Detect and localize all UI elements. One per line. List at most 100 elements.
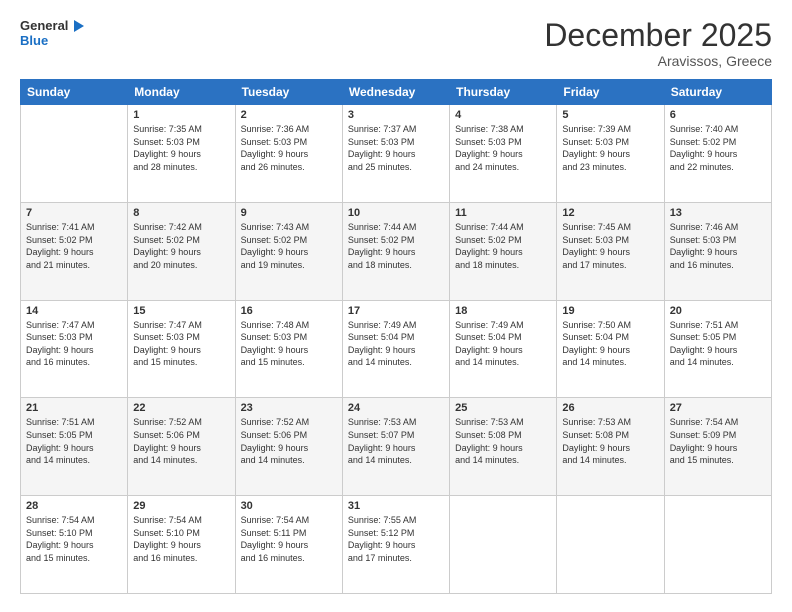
table-row: 11 Sunrise: 7:44 AMSunset: 5:02 PMDayligh… (450, 202, 557, 300)
day-info: Sunrise: 7:35 AMSunset: 5:03 PMDaylight:… (133, 123, 229, 173)
month-title: December 2025 (544, 18, 772, 53)
day-info: Sunrise: 7:47 AMSunset: 5:03 PMDaylight:… (26, 319, 122, 369)
day-info: Sunrise: 7:39 AMSunset: 5:03 PMDaylight:… (562, 123, 658, 173)
day-number: 13 (670, 207, 766, 219)
day-info: Sunrise: 7:44 AMSunset: 5:02 PMDaylight:… (348, 221, 444, 271)
subtitle: Aravissos, Greece (544, 53, 772, 69)
day-number: 9 (241, 207, 337, 219)
day-number: 5 (562, 109, 658, 121)
table-row: 26 Sunrise: 7:53 AMSunset: 5:08 PMDayligh… (557, 398, 664, 496)
table-row: 22Sunrise: 7:52 AMSunset: 5:06 PMDayligh… (128, 398, 235, 496)
table-row: 18Sunrise: 7:49 AMSunset: 5:04 PMDayligh… (450, 300, 557, 398)
day-number: 11 (455, 207, 551, 219)
header-saturday: Saturday (664, 80, 771, 105)
day-info: Sunrise: 7:45 AMSunset: 5:03 PMDaylight:… (562, 221, 658, 271)
day-number: 6 (670, 109, 766, 121)
day-info: Sunrise: 7:36 AMSunset: 5:03 PMDaylight:… (241, 123, 337, 173)
table-row (557, 496, 664, 594)
day-info: Sunrise: 7:44 AMSunset: 5:02 PMDaylight:… (455, 221, 551, 271)
day-info: Sunrise: 7:53 AMSunset: 5:08 PMDaylight:… (455, 416, 551, 466)
day-number: 12 (562, 207, 658, 219)
day-info: Sunrise: 7:54 AMSunset: 5:10 PMDaylight:… (26, 514, 122, 564)
header-wednesday: Wednesday (342, 80, 449, 105)
day-number: 7 (26, 207, 122, 219)
day-info: Sunrise: 7:51 AMSunset: 5:05 PMDaylight:… (670, 319, 766, 369)
table-row: 5 Sunrise: 7:39 AMSunset: 5:03 PMDaylight… (557, 105, 664, 203)
day-number: 27 (670, 402, 766, 414)
day-number: 29 (133, 500, 229, 512)
logo-text-blue: Blue (20, 34, 48, 48)
day-info: Sunrise: 7:54 AMSunset: 5:09 PMDaylight:… (670, 416, 766, 466)
day-number: 20 (670, 305, 766, 317)
day-info: Sunrise: 7:54 AMSunset: 5:10 PMDaylight:… (133, 514, 229, 564)
table-row (450, 496, 557, 594)
table-row: 7Sunrise: 7:41 AMSunset: 5:02 PMDaylight… (21, 202, 128, 300)
day-info: Sunrise: 7:55 AMSunset: 5:12 PMDaylight:… (348, 514, 444, 564)
day-number: 26 (562, 402, 658, 414)
day-number: 10 (348, 207, 444, 219)
table-row: 8 Sunrise: 7:42 AMSunset: 5:02 PMDaylight… (128, 202, 235, 300)
logo-graphic: General Blue (20, 18, 86, 48)
table-row: 14 Sunrise: 7:47 AMSunset: 5:03 PMDayligh… (21, 300, 128, 398)
table-row: 25Sunrise: 7:53 AMSunset: 5:08 PMDayligh… (450, 398, 557, 496)
day-info: Sunrise: 7:50 AMSunset: 5:04 PMDaylight:… (562, 319, 658, 369)
day-info: Sunrise: 7:52 AMSunset: 5:06 PMDaylight:… (241, 416, 337, 466)
table-row: 30 Sunrise: 7:54 AMSunset: 5:11 PMDayligh… (235, 496, 342, 594)
day-number: 30 (241, 500, 337, 512)
day-number: 19 (562, 305, 658, 317)
day-info: Sunrise: 7:40 AMSunset: 5:02 PMDaylight:… (670, 123, 766, 173)
title-block: December 2025 Aravissos, Greece (544, 18, 772, 69)
day-info: Sunrise: 7:49 AMSunset: 5:04 PMDaylight:… (455, 319, 551, 369)
day-info: Sunrise: 7:42 AMSunset: 5:02 PMDaylight:… (133, 221, 229, 271)
day-info: Sunrise: 7:53 AMSunset: 5:07 PMDaylight:… (348, 416, 444, 466)
table-row: 23Sunrise: 7:52 AMSunset: 5:06 PMDayligh… (235, 398, 342, 496)
day-number: 14 (26, 305, 122, 317)
day-info: Sunrise: 7:37 AMSunset: 5:03 PMDaylight:… (348, 123, 444, 173)
day-info: Sunrise: 7:51 AMSunset: 5:05 PMDaylight:… (26, 416, 122, 466)
table-row: 17Sunrise: 7:49 AMSunset: 5:04 PMDayligh… (342, 300, 449, 398)
day-number: 31 (348, 500, 444, 512)
day-number: 21 (26, 402, 122, 414)
calendar-header-row: Sunday Monday Tuesday Wednesday Thursday… (21, 80, 772, 105)
day-info: Sunrise: 7:52 AMSunset: 5:06 PMDaylight:… (133, 416, 229, 466)
table-row: 13Sunrise: 7:46 AMSunset: 5:03 PMDayligh… (664, 202, 771, 300)
table-row: 15Sunrise: 7:47 AMSunset: 5:03 PMDayligh… (128, 300, 235, 398)
page: General Blue December 2025 Aravissos, Gr… (0, 0, 792, 612)
logo-text-general: General (20, 19, 68, 33)
day-number: 3 (348, 109, 444, 121)
header-sunday: Sunday (21, 80, 128, 105)
day-info: Sunrise: 7:48 AMSunset: 5:03 PMDaylight:… (241, 319, 337, 369)
header-friday: Friday (557, 80, 664, 105)
table-row: 24Sunrise: 7:53 AMSunset: 5:07 PMDayligh… (342, 398, 449, 496)
table-row: 12 Sunrise: 7:45 AMSunset: 5:03 PMDayligh… (557, 202, 664, 300)
table-row: 2Sunrise: 7:36 AMSunset: 5:03 PMDaylight… (235, 105, 342, 203)
day-info: Sunrise: 7:38 AMSunset: 5:03 PMDaylight:… (455, 123, 551, 173)
day-number: 1 (133, 109, 229, 121)
day-info: Sunrise: 7:54 AMSunset: 5:11 PMDaylight:… (241, 514, 337, 564)
table-row: 1 Sunrise: 7:35 AMSunset: 5:03 PMDaylight… (128, 105, 235, 203)
header-tuesday: Tuesday (235, 80, 342, 105)
table-row: 16 Sunrise: 7:48 AMSunset: 5:03 PMDayligh… (235, 300, 342, 398)
calendar-week-row: 28Sunrise: 7:54 AMSunset: 5:10 PMDayligh… (21, 496, 772, 594)
table-row: 21 Sunrise: 7:51 AMSunset: 5:05 PMDayligh… (21, 398, 128, 496)
header: General Blue December 2025 Aravissos, Gr… (20, 18, 772, 69)
table-row: 6 Sunrise: 7:40 AMSunset: 5:02 PMDaylight… (664, 105, 771, 203)
logo-arrow-icon (70, 18, 86, 34)
logo: General Blue (20, 18, 86, 48)
calendar-week-row: 14 Sunrise: 7:47 AMSunset: 5:03 PMDayligh… (21, 300, 772, 398)
day-info: Sunrise: 7:49 AMSunset: 5:04 PMDaylight:… (348, 319, 444, 369)
day-number: 8 (133, 207, 229, 219)
calendar-table: Sunday Monday Tuesday Wednesday Thursday… (20, 79, 772, 594)
table-row (664, 496, 771, 594)
day-number: 16 (241, 305, 337, 317)
table-row: 4Sunrise: 7:38 AMSunset: 5:03 PMDaylight… (450, 105, 557, 203)
table-row: 10 Sunrise: 7:44 AMSunset: 5:02 PMDayligh… (342, 202, 449, 300)
calendar-week-row: 1 Sunrise: 7:35 AMSunset: 5:03 PMDaylight… (21, 105, 772, 203)
table-row: 29 Sunrise: 7:54 AMSunset: 5:10 PMDayligh… (128, 496, 235, 594)
header-monday: Monday (128, 80, 235, 105)
table-row: 31 Sunrise: 7:55 AMSunset: 5:12 PMDayligh… (342, 496, 449, 594)
table-row: 20 Sunrise: 7:51 AMSunset: 5:05 PMDayligh… (664, 300, 771, 398)
calendar-week-row: 7Sunrise: 7:41 AMSunset: 5:02 PMDaylight… (21, 202, 772, 300)
day-info: Sunrise: 7:53 AMSunset: 5:08 PMDaylight:… (562, 416, 658, 466)
day-info: Sunrise: 7:43 AMSunset: 5:02 PMDaylight:… (241, 221, 337, 271)
